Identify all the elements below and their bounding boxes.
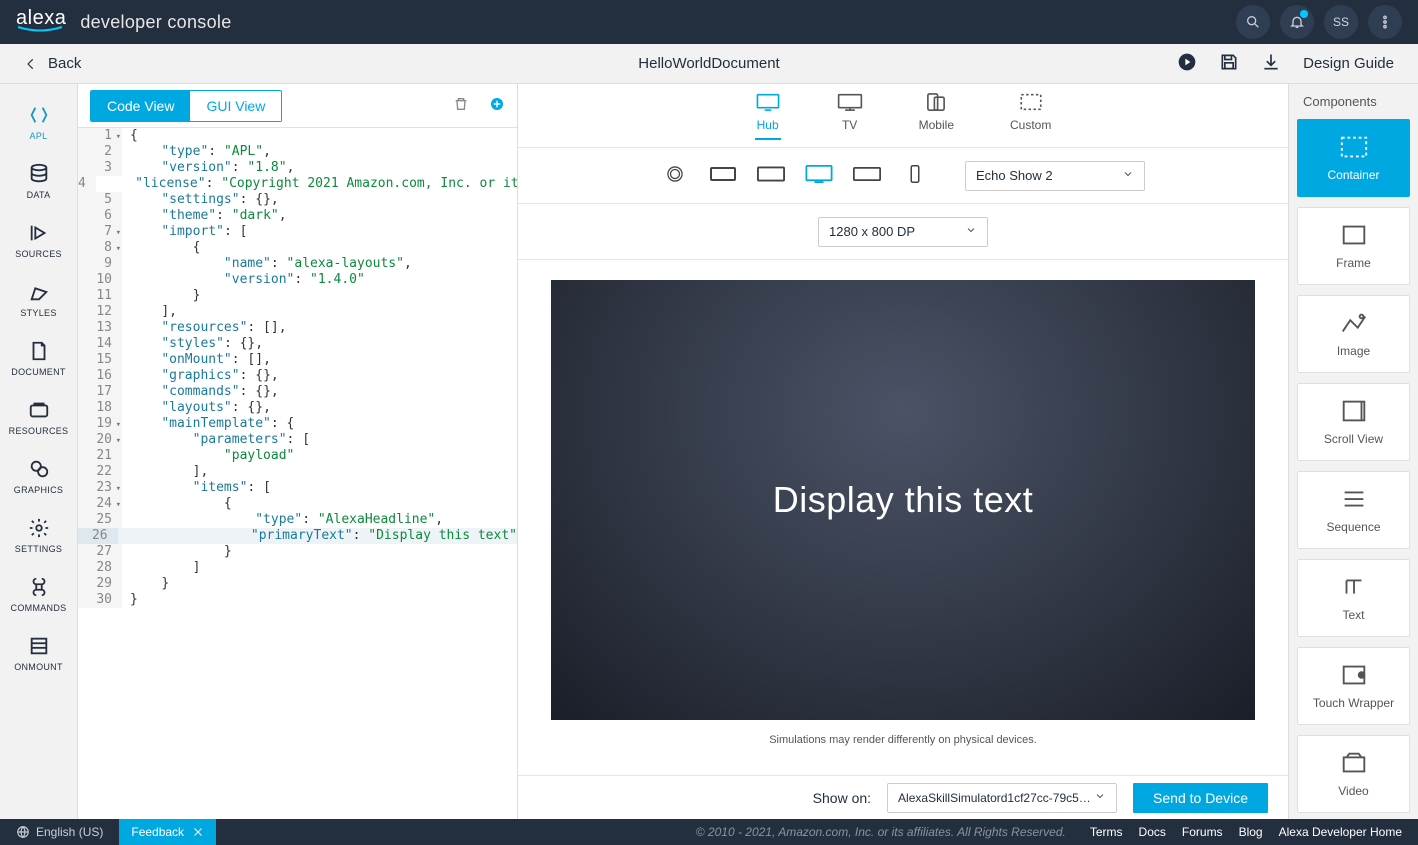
more-icon[interactable] bbox=[1368, 5, 1402, 39]
target-device-select[interactable]: AlexaSkillSimulatord1cf27cc-79c5… bbox=[887, 783, 1117, 813]
device-tv[interactable]: TV bbox=[837, 92, 863, 138]
resolution-select[interactable]: 1280 x 800 DP bbox=[818, 217, 988, 247]
save-icon[interactable] bbox=[1219, 52, 1239, 75]
language-selector[interactable]: English (US) bbox=[16, 825, 103, 839]
rail-apl[interactable]: APL bbox=[0, 94, 77, 153]
viewport-small-land[interactable] bbox=[709, 165, 737, 186]
tab-gui-view[interactable]: GUI View bbox=[190, 91, 281, 121]
rail-onmount[interactable]: ONMOUNT bbox=[0, 625, 77, 684]
device-hub[interactable]: Hub bbox=[755, 92, 781, 140]
component-scroll-view[interactable]: Scroll View bbox=[1297, 383, 1410, 461]
add-icon[interactable] bbox=[489, 96, 505, 115]
device-model-select[interactable]: Echo Show 2 bbox=[965, 161, 1145, 191]
rail-resources[interactable]: RESOURCES bbox=[0, 389, 77, 448]
alexa-logo[interactable]: alexa bbox=[16, 8, 66, 36]
rail-styles[interactable]: STYLES bbox=[0, 271, 77, 330]
device-custom[interactable]: Custom bbox=[1010, 92, 1051, 138]
footer-bar: English (US) Feedback © 2010 - 2021, Ama… bbox=[0, 819, 1418, 845]
code-editor[interactable]: 1▾{2 "type": "APL",3 "version": "1.8",4 … bbox=[78, 128, 517, 819]
console-title: developer console bbox=[80, 12, 231, 33]
components-title: Components bbox=[1289, 84, 1418, 119]
search-icon[interactable] bbox=[1236, 5, 1270, 39]
rail-settings[interactable]: SETTINGS bbox=[0, 507, 77, 566]
viewport-large-land[interactable] bbox=[805, 165, 833, 186]
tab-code-view[interactable]: Code View bbox=[91, 91, 190, 121]
footer-link-blog[interactable]: Blog bbox=[1239, 825, 1263, 839]
component-sequence[interactable]: Sequence bbox=[1297, 471, 1410, 549]
viewport-medium-land[interactable] bbox=[757, 165, 785, 186]
rail-data[interactable]: DATA bbox=[0, 153, 77, 212]
viewport-xlarge-land[interactable] bbox=[853, 165, 881, 186]
footer-link-terms[interactable]: Terms bbox=[1090, 825, 1123, 839]
rail-document[interactable]: DOCUMENT bbox=[0, 330, 77, 389]
footer-link-alexa-developer-home[interactable]: Alexa Developer Home bbox=[1279, 825, 1402, 839]
rail-commands[interactable]: COMMANDS bbox=[0, 566, 77, 625]
feedback-button[interactable]: Feedback bbox=[119, 819, 216, 845]
footer-link-forums[interactable]: Forums bbox=[1182, 825, 1223, 839]
footer-link-docs[interactable]: Docs bbox=[1139, 825, 1166, 839]
component-container[interactable]: Container bbox=[1297, 119, 1410, 197]
preview-column: Hub TV Mobile Custom Echo Show 2 bbox=[518, 84, 1288, 819]
send-to-device-button[interactable]: Send to Device bbox=[1133, 783, 1268, 813]
download-icon[interactable] bbox=[1261, 52, 1281, 75]
back-button[interactable]: Back bbox=[24, 55, 81, 72]
show-on-label: Show on: bbox=[813, 790, 871, 806]
viewport-portrait[interactable] bbox=[901, 165, 929, 186]
sub-header: Back HelloWorldDocument Design Guide bbox=[0, 44, 1418, 84]
component-text[interactable]: Text bbox=[1297, 559, 1410, 637]
bell-icon[interactable] bbox=[1280, 5, 1314, 39]
top-navbar: alexa developer console SS bbox=[0, 0, 1418, 44]
component-video[interactable]: Video bbox=[1297, 735, 1410, 813]
rail-sources[interactable]: SOURCES bbox=[0, 212, 77, 271]
left-rail: APLDATASOURCESSTYLESDOCUMENTRESOURCESGRA… bbox=[0, 84, 78, 819]
components-panel: Components Container Frame Image Scroll Vie… bbox=[1288, 84, 1418, 819]
trash-icon[interactable] bbox=[453, 96, 469, 115]
viewport-round[interactable] bbox=[661, 165, 689, 186]
user-avatar[interactable]: SS bbox=[1324, 5, 1358, 39]
component-touch-wrapper[interactable]: Touch Wrapper bbox=[1297, 647, 1410, 725]
copyright: © 2010 - 2021, Amazon.com, Inc. or its a… bbox=[696, 825, 1066, 839]
design-guide-link[interactable]: Design Guide bbox=[1303, 55, 1394, 72]
editor-column: Code View GUI View 1▾{2 "type": "APL",3 … bbox=[78, 84, 518, 819]
device-preview: Display this text bbox=[551, 280, 1255, 720]
component-frame[interactable]: Frame bbox=[1297, 207, 1410, 285]
simulation-note: Simulations may render differently on ph… bbox=[769, 734, 1037, 746]
device-mobile[interactable]: Mobile bbox=[919, 92, 954, 138]
play-icon[interactable] bbox=[1177, 52, 1197, 75]
rail-graphics[interactable]: GRAPHICS bbox=[0, 448, 77, 507]
component-image[interactable]: Image bbox=[1297, 295, 1410, 373]
preview-headline: Display this text bbox=[773, 479, 1034, 521]
